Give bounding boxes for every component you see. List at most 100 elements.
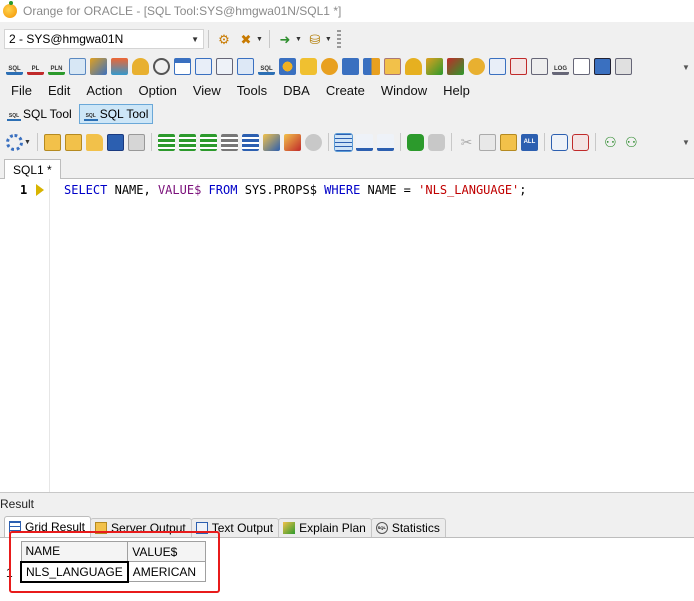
lock-icon[interactable]	[300, 57, 317, 75]
commit-icon[interactable]: ➜	[276, 30, 294, 48]
print-icon[interactable]	[127, 133, 145, 151]
plsql-tool-icon[interactable]: PL	[27, 58, 44, 75]
menu-edit[interactable]: Edit	[40, 83, 78, 98]
result-grid[interactable]: NAME VALUE$ NLS_LANGUAGE AMERICAN	[20, 541, 207, 583]
rollback-icon[interactable]: ⛁	[306, 30, 324, 48]
monitor-icon[interactable]	[594, 57, 611, 75]
chevron-down-icon[interactable]: ▼	[256, 36, 263, 43]
grid-tool-icon[interactable]	[489, 57, 506, 75]
chevron-down-icon[interactable]: ▼	[24, 139, 31, 146]
grid-cell[interactable]: NLS_LANGUAGE	[20, 560, 129, 583]
security-icon[interactable]	[384, 57, 401, 75]
schema-icon[interactable]	[111, 57, 128, 75]
menu-view[interactable]: View	[185, 83, 229, 98]
form-icon[interactable]	[195, 57, 212, 75]
chevron-down-icon[interactable]: ▼	[325, 36, 332, 43]
doc-tab-sql-tool-active[interactable]: SQL SQL Tool	[78, 104, 154, 124]
user-icon[interactable]	[405, 57, 422, 75]
copy-icon[interactable]	[478, 133, 496, 151]
instance-icon[interactable]	[321, 57, 338, 75]
space-icon[interactable]	[363, 57, 380, 75]
column-header-value[interactable]: VALUE$	[127, 541, 207, 562]
disconnect-icon[interactable]: ✖	[237, 30, 255, 48]
chevron-down-icon[interactable]: ▼	[295, 36, 302, 43]
toolbar-separator	[268, 30, 270, 48]
diagram-icon[interactable]	[531, 57, 548, 75]
archive-icon[interactable]	[468, 57, 485, 75]
search-icon[interactable]	[153, 57, 170, 75]
grid-view-icon[interactable]	[333, 132, 353, 152]
execute-icon[interactable]	[157, 133, 175, 151]
report-icon[interactable]	[216, 57, 233, 75]
toolbar-scroll-down-icon[interactable]: ▼	[680, 136, 692, 148]
wizard-icon[interactable]	[447, 57, 464, 75]
new-file-icon[interactable]	[43, 133, 61, 151]
select-all-icon[interactable]: ALL	[520, 133, 538, 151]
save-icon[interactable]	[106, 133, 124, 151]
doc-tab-sql-tool[interactable]: SQL SQL Tool	[3, 104, 76, 124]
text-view-icon[interactable]	[355, 133, 373, 151]
session-icon[interactable]	[279, 57, 296, 75]
toolbar-separator	[543, 133, 545, 151]
menu-file[interactable]: File	[0, 83, 40, 98]
execute-step-icon[interactable]	[178, 133, 196, 151]
execute-all-icon[interactable]	[199, 133, 217, 151]
describe-icon[interactable]	[241, 133, 259, 151]
table-icon[interactable]	[174, 57, 191, 75]
comment-icon[interactable]	[550, 133, 568, 151]
sql-editor[interactable]: 1 SELECT NAME, VALUE$ FROM SYS.PROPS$ WH…	[0, 179, 694, 493]
script-run-icon[interactable]	[283, 133, 301, 151]
grid-cell[interactable]: AMERICAN	[127, 561, 207, 582]
split-view-icon[interactable]	[376, 133, 394, 151]
settings-icon[interactable]	[6, 133, 23, 151]
statistics-icon: SQL	[375, 522, 388, 534]
toolbar-grip[interactable]	[336, 30, 341, 48]
find-icon[interactable]: ⚇	[602, 134, 619, 151]
tab-grid-result[interactable]: Grid Result	[4, 516, 92, 537]
paste-icon[interactable]	[499, 133, 517, 151]
tab-sql1[interactable]: SQL1 *	[4, 159, 61, 179]
edit-icon[interactable]	[69, 57, 86, 75]
explain-icon[interactable]	[262, 133, 280, 151]
menu-action[interactable]: Action	[78, 83, 130, 98]
tuning-icon[interactable]	[90, 57, 107, 75]
sql-monitor-icon[interactable]: SQL	[258, 58, 275, 75]
chevron-down-icon: ▼	[191, 34, 199, 44]
sql-tool-icon[interactable]: SQL	[6, 58, 23, 75]
tab-text-output[interactable]: Text Output	[190, 518, 280, 537]
plan-tool-icon[interactable]: PLN	[48, 58, 65, 75]
execute-current-icon[interactable]	[220, 133, 238, 151]
sql-code-line[interactable]: SELECT NAME, VALUE$ FROM SYS.PROPS$ WHER…	[64, 183, 527, 197]
table-row[interactable]: NLS_LANGUAGE AMERICAN	[20, 560, 207, 583]
open-folder-icon[interactable]	[85, 133, 103, 151]
menu-option[interactable]: Option	[131, 83, 185, 98]
stop-icon[interactable]	[304, 133, 322, 151]
uncomment-icon[interactable]	[571, 133, 589, 151]
history-back-icon[interactable]	[406, 133, 424, 151]
menu-create[interactable]: Create	[318, 83, 373, 98]
connection-select[interactable]: 2 - SYS@hmgwa01N ▼	[4, 29, 204, 49]
compare-icon[interactable]	[510, 57, 527, 75]
tab-explain-plan[interactable]: Explain Plan	[278, 518, 372, 537]
menu-window[interactable]: Window	[373, 83, 435, 98]
cut-icon[interactable]: ✂	[458, 134, 475, 151]
tab-statistics[interactable]: SQL Statistics	[370, 518, 446, 537]
find-next-icon[interactable]: ⚇	[623, 134, 640, 151]
analyze-icon[interactable]	[426, 57, 443, 75]
log-icon[interactable]: LOG	[552, 58, 569, 75]
new-window-icon[interactable]	[64, 133, 82, 151]
history-forward-icon[interactable]	[427, 133, 445, 151]
trace-icon[interactable]	[342, 57, 359, 75]
options-icon[interactable]	[615, 57, 632, 75]
database-icon[interactable]	[132, 57, 149, 75]
edit-record-icon[interactable]	[237, 57, 254, 75]
menu-help[interactable]: Help	[435, 83, 478, 98]
script-icon[interactable]	[573, 57, 590, 75]
menu-tools[interactable]: Tools	[229, 83, 275, 98]
tab-server-output[interactable]: Server Output	[90, 518, 192, 537]
toolbar-scroll-down-icon[interactable]: ▼	[680, 61, 692, 73]
menu-dba[interactable]: DBA	[275, 83, 318, 98]
sql-icon: SQL	[7, 107, 21, 121]
connect-icon[interactable]: ⚙	[215, 30, 233, 48]
column-header-name[interactable]: NAME	[20, 541, 129, 562]
